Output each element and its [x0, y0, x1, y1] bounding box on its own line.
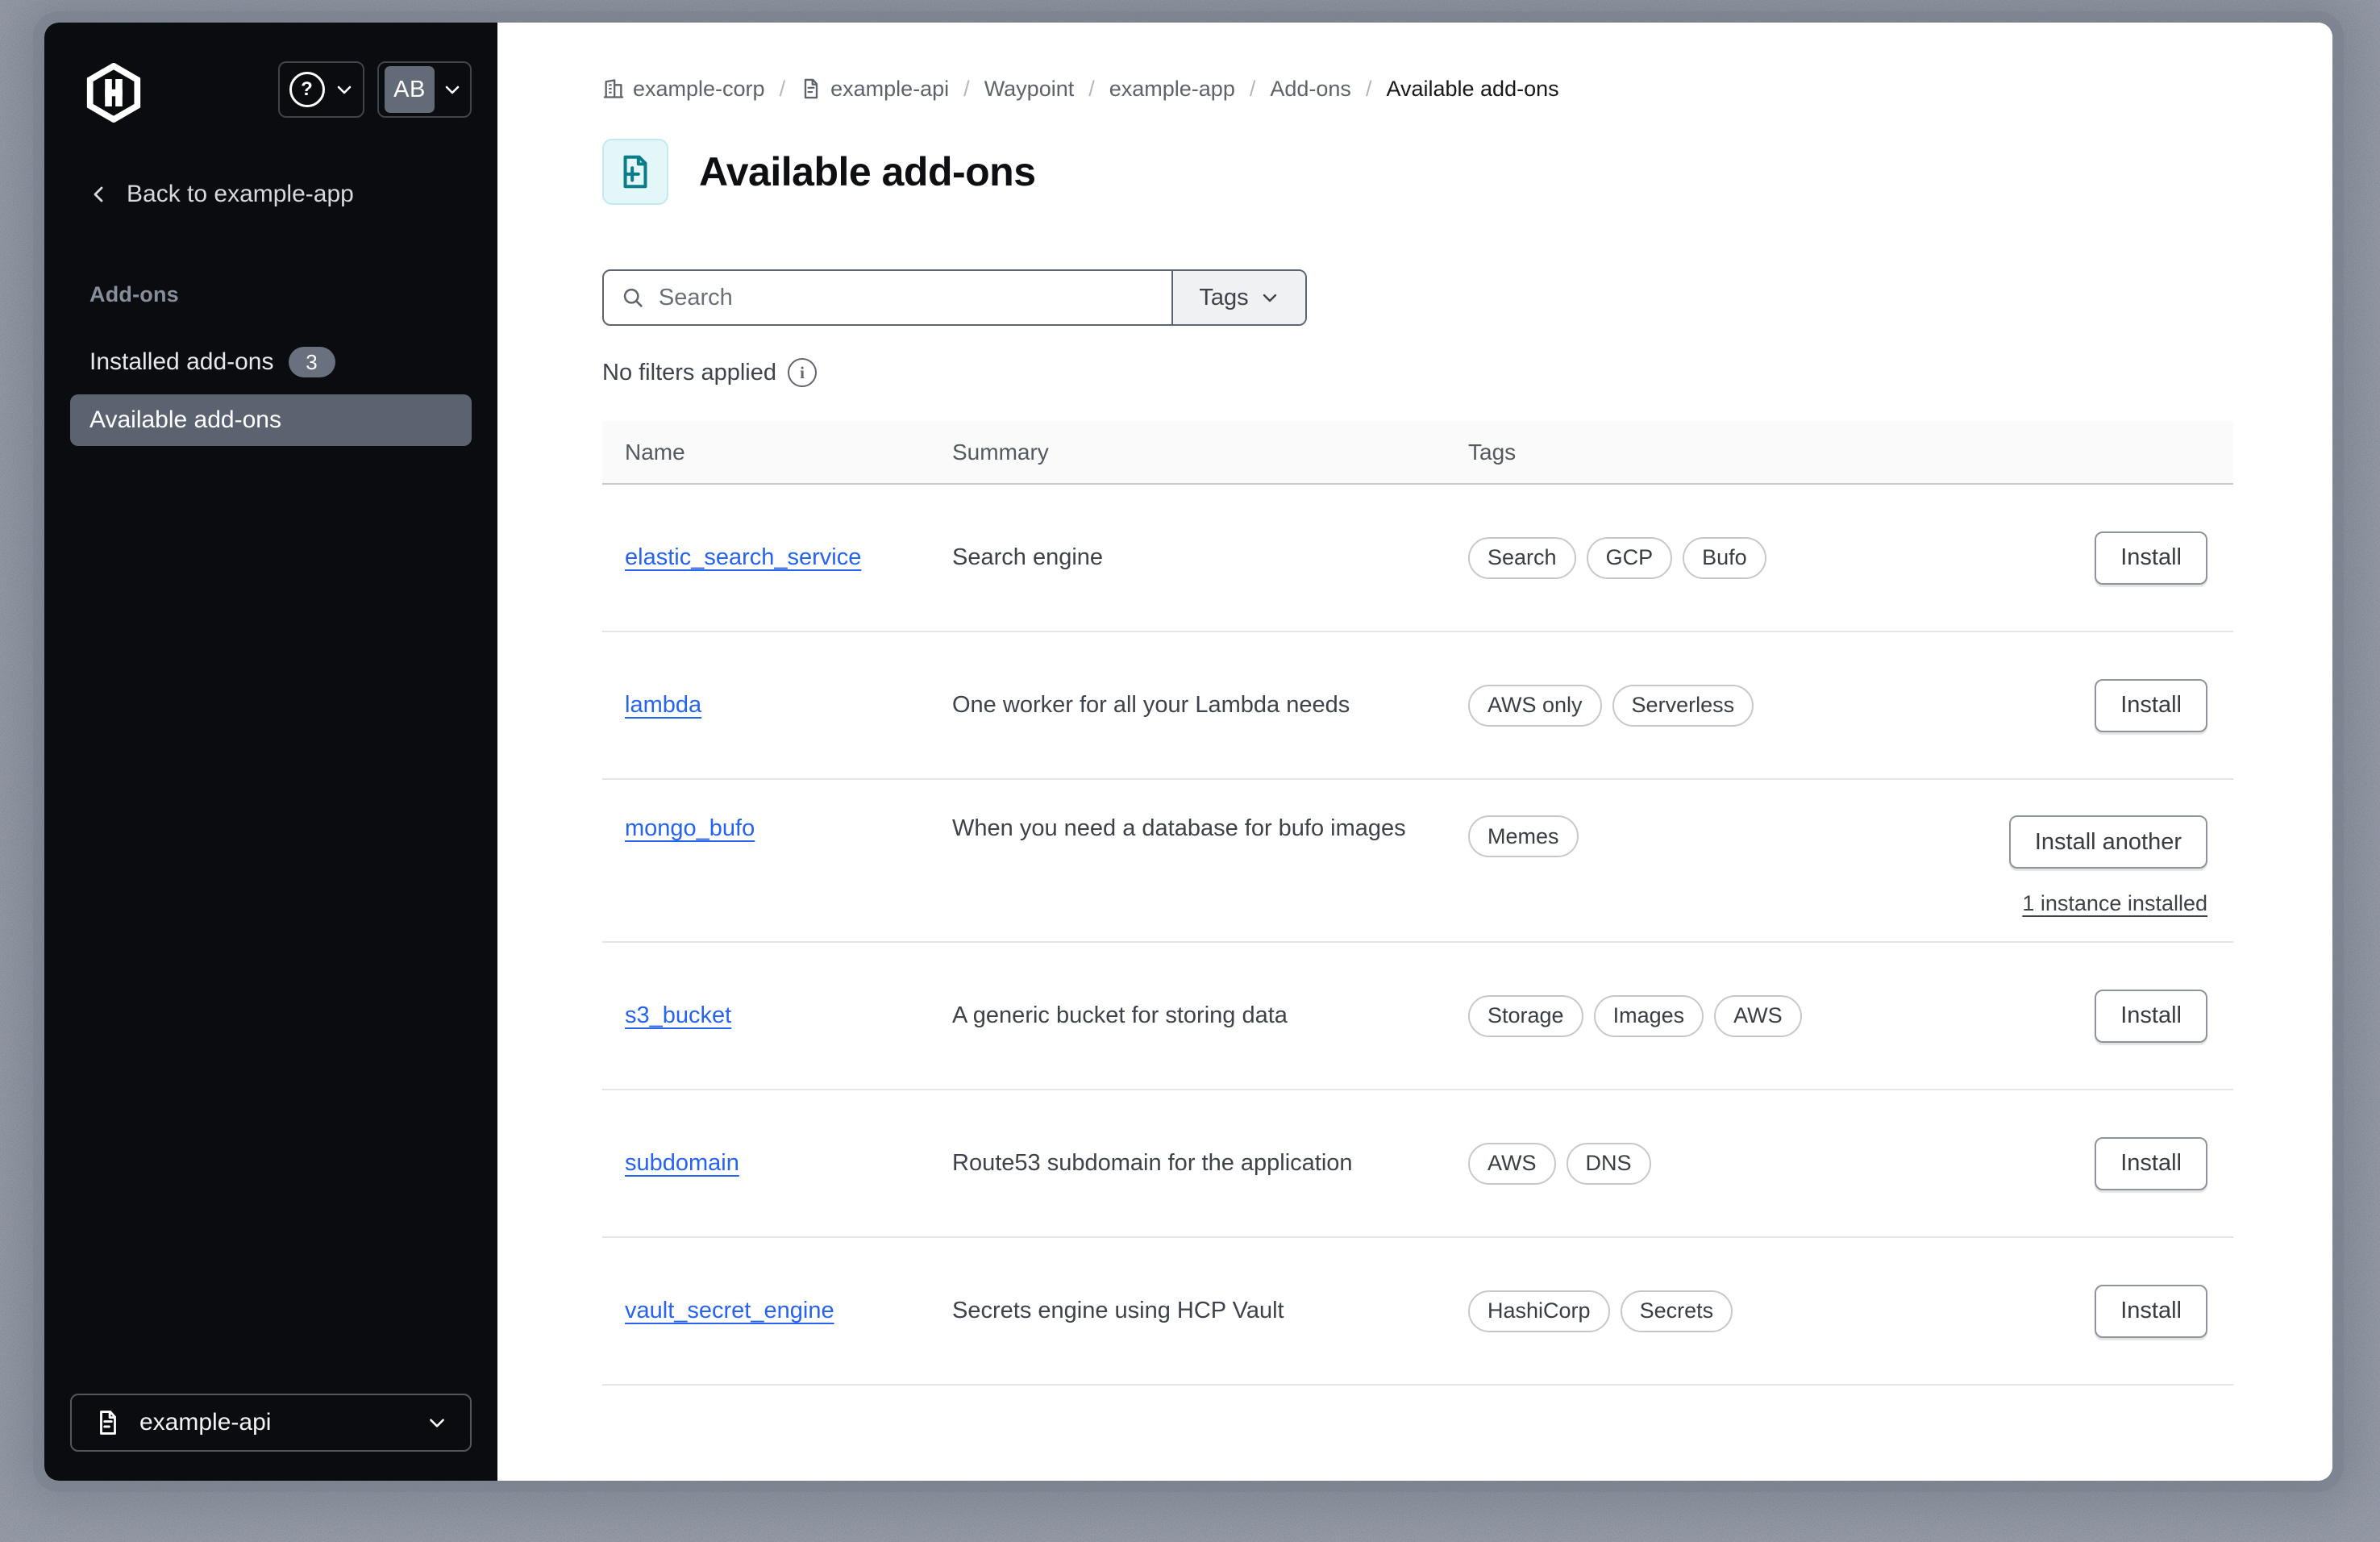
table-row: mongo_bufo When you need a database for b… [602, 780, 2233, 943]
addon-summary: When you need a database for bufo images [952, 815, 1406, 841]
breadcrumb-item[interactable]: example-app [1109, 77, 1235, 102]
addon-summary: Secrets engine using HCP Vault [952, 1298, 1284, 1323]
page-title: Available add-ons [699, 149, 1036, 194]
tag-pill: Images [1593, 994, 1704, 1037]
addon-name-link[interactable]: subdomain [625, 1150, 739, 1176]
install-button[interactable]: Install [2095, 531, 2207, 585]
project-switcher[interactable]: example-api [70, 1394, 472, 1452]
tag-pill: Secrets [1620, 1290, 1733, 1332]
addon-tags: Memes [1468, 780, 1991, 857]
column-header-tags: Tags [1468, 439, 1517, 465]
table-header: Name Summary Tags [602, 421, 2233, 485]
breadcrumb-item[interactable]: Waypoint [984, 77, 1075, 102]
tag-pill: AWS [1714, 994, 1802, 1037]
info-icon[interactable]: i [788, 358, 817, 387]
tag-pill: Storage [1468, 994, 1583, 1037]
install-button[interactable]: Install [2095, 989, 2207, 1043]
column-header-summary: Summary [952, 439, 1049, 465]
addon-tags: AWS DNS [1468, 1142, 1991, 1185]
sidebar-item-installed-add-ons[interactable]: Installed add-ons 3 [70, 336, 472, 388]
add-ons-table: Name Summary Tags elastic_search_service… [602, 421, 2233, 1386]
back-to-app-link[interactable]: Back to example-app [89, 181, 354, 208]
table-body: elastic_search_service Search engine Searc… [602, 485, 2233, 1386]
tag-pill: GCP [1586, 536, 1673, 579]
table-row: elastic_search_service Search engine Searc… [602, 485, 2233, 632]
install-button[interactable]: Install [2095, 678, 2207, 732]
sidebar-item-label: Installed add-ons [89, 348, 274, 375]
project-switcher-label: example-api [139, 1409, 272, 1436]
chevron-down-icon [430, 1419, 444, 1427]
addon-name-link[interactable]: vault_secret_engine [625, 1298, 834, 1323]
breadcrumb-separator: / [1249, 76, 1256, 101]
addon-summary: Route53 subdomain for the application [952, 1150, 1353, 1176]
column-header-name: Name [625, 439, 685, 465]
tags-filter-button[interactable]: Tags [1171, 271, 1305, 324]
addon-summary: A generic bucket for storing data [952, 1002, 1288, 1028]
install-button[interactable]: Install [2095, 1284, 2207, 1338]
back-link-label: Back to example-app [127, 181, 354, 207]
file-icon [100, 1411, 116, 1435]
table-row: s3_bucket A generic bucket for storing da… [602, 943, 2233, 1090]
tags-filter-label: Tags [1199, 284, 1249, 310]
addon-name-link[interactable]: elastic_search_service [625, 544, 861, 570]
user-menu-button[interactable]: AB [377, 61, 472, 118]
search-icon [623, 288, 643, 307]
sidebar: ? AB Back to example-app Add-ons Install… [44, 23, 497, 1481]
file-icon [800, 77, 822, 100]
addon-name-link[interactable]: lambda [625, 692, 701, 718]
addon-name-link[interactable]: s3_bucket [625, 1002, 731, 1028]
addon-tags: Search GCP Bufo [1468, 536, 1991, 579]
install-button[interactable]: Install [2095, 1136, 2207, 1190]
count-badge: 3 [288, 347, 335, 377]
sidebar-item-label: Available add-ons [89, 406, 281, 433]
addon-name-link[interactable]: mongo_bufo [625, 815, 755, 841]
breadcrumb-item[interactable]: example-corp [602, 77, 765, 102]
tag-pill: HashiCorp [1468, 1290, 1610, 1332]
breadcrumb-separator: / [963, 76, 970, 101]
search-input[interactable] [656, 283, 1171, 312]
tag-pill: AWS [1468, 1142, 1556, 1185]
chevron-left-icon [94, 186, 103, 202]
breadcrumb-item: Available add-ons [1386, 76, 1559, 101]
chevron-down-icon [337, 85, 351, 94]
addon-summary: Search engine [952, 544, 1104, 570]
tag-pill: Memes [1468, 815, 1579, 857]
tag-pill: Search [1468, 536, 1576, 579]
chevron-down-icon [1263, 294, 1276, 302]
sidebar-section-label: Add-ons [89, 282, 179, 306]
instances-installed-link[interactable]: 1 instance installed [2022, 891, 2207, 916]
table-row: lambda One worker for all your Lambda nee… [602, 632, 2233, 780]
app-window: ? AB Back to example-app Add-ons Install… [44, 23, 2332, 1481]
main-content: example-corp / example-api / Waypoint / exampl… [497, 23, 2332, 1481]
sidebar-item-available-add-ons[interactable]: Available add-ons [70, 394, 472, 446]
addon-tags: Storage Images AWS [1468, 994, 1991, 1037]
sidebar-nav: Installed add-ons 3 Available add-ons [70, 336, 472, 446]
table-row: subdomain Route53 subdomain for the appli… [602, 1090, 2233, 1238]
help-icon: ? [289, 72, 325, 107]
breadcrumb-item[interactable]: Add-ons [1270, 77, 1351, 102]
filters-status-text: No filters applied [602, 359, 776, 386]
addon-tags: HashiCorp Secrets [1468, 1290, 1991, 1332]
breadcrumb-separator: / [1365, 76, 1372, 101]
search-bar: Tags [602, 269, 1307, 326]
file-plus-icon [602, 139, 668, 205]
breadcrumb-separator: / [779, 76, 786, 101]
avatar: AB [385, 66, 435, 113]
tag-pill: Serverless [1612, 684, 1754, 727]
tag-pill: AWS only [1468, 684, 1602, 727]
tag-pill: DNS [1566, 1142, 1651, 1185]
tag-pill: Bufo [1683, 536, 1766, 579]
breadcrumb-separator: / [1088, 76, 1095, 101]
breadcrumb: example-corp / example-api / Waypoint / exampl… [602, 74, 2233, 103]
hashicorp-logo-icon [86, 63, 141, 123]
help-menu-button[interactable]: ? [278, 61, 364, 118]
addon-summary: One worker for all your Lambda needs [952, 692, 1350, 718]
table-row: vault_secret_engine Secrets engine using … [602, 1238, 2233, 1386]
addon-tags: AWS only Serverless [1468, 684, 1991, 727]
org-icon [602, 77, 625, 100]
install-another-button[interactable]: Install another [2008, 815, 2207, 869]
chevron-down-icon [445, 85, 460, 94]
breadcrumb-item[interactable]: example-api [800, 77, 949, 102]
